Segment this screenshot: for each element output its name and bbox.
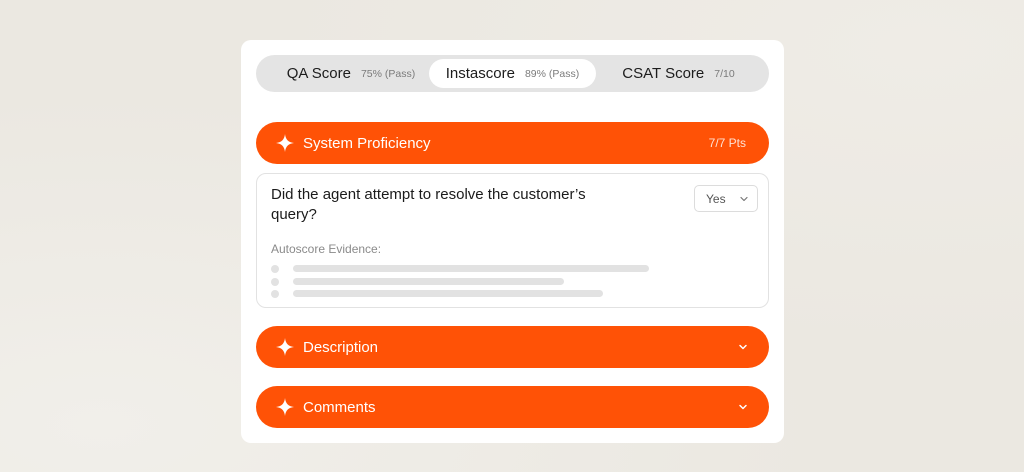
section-description[interactable]: Description	[256, 326, 769, 368]
bullet-dot	[271, 290, 279, 298]
section-system-proficiency[interactable]: System Proficiency 7/7 Pts	[256, 122, 769, 164]
tab-instascore[interactable]: Instascore 89% (Pass)	[429, 59, 596, 88]
evidence-label: Autoscore Evidence:	[271, 242, 382, 256]
bullet-dot	[271, 265, 279, 273]
tab-label: Instascore	[445, 65, 515, 82]
answer-value: Yes	[706, 191, 726, 206]
score-tabs: QA Score 75% (Pass) Instascore 89% (Pass…	[256, 55, 769, 92]
section-title: Description	[303, 338, 379, 356]
section-title: Comments	[303, 398, 376, 416]
question-text: Did the agent attempt to resolve the cus…	[271, 186, 586, 223]
chevron-down-icon	[739, 404, 747, 410]
chevron-down-icon	[740, 196, 748, 202]
section-comments[interactable]: Comments	[256, 386, 769, 428]
tab-qa-score[interactable]: QA Score 75% (Pass)	[266, 59, 436, 88]
tab-score: 75% (Pass)	[360, 67, 416, 80]
sparkle-icon	[276, 398, 294, 416]
tab-score: 89% (Pass)	[524, 67, 580, 80]
section-title: System Proficiency	[303, 134, 431, 152]
sparkle-icon	[276, 134, 294, 152]
tab-score: 7/10	[714, 67, 735, 80]
tab-label: CSAT Score	[622, 65, 705, 82]
question-card: Did the agent attempt to resolve the cus…	[256, 173, 769, 308]
sparkle-icon	[276, 338, 294, 356]
evidence-placeholder-line	[293, 265, 649, 272]
scorecard-panel: QA Score 75% (Pass) Instascore 89% (Pass…	[241, 40, 784, 443]
answer-select[interactable]: Yes	[694, 185, 758, 212]
evidence-placeholder-line	[293, 290, 603, 297]
tab-csat-score[interactable]: CSAT Score 7/10	[601, 59, 756, 88]
bullet-dot	[271, 278, 279, 286]
evidence-placeholder-line	[293, 278, 564, 285]
chevron-down-icon	[739, 344, 747, 350]
section-points: 7/7 Pts	[708, 136, 746, 150]
tab-label: QA Score	[286, 65, 351, 82]
